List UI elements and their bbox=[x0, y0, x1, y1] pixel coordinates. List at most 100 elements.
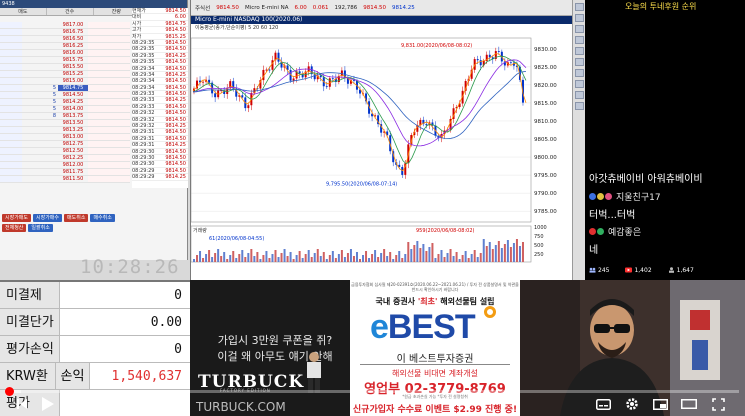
next-button[interactable] bbox=[62, 396, 78, 412]
toolbar-button[interactable] bbox=[575, 58, 584, 66]
toolbar-button[interactable] bbox=[575, 14, 584, 22]
ladder-bid-cell[interactable] bbox=[88, 148, 130, 154]
ladder-ask-cell[interactable] bbox=[0, 78, 22, 84]
ladder-bid-cell[interactable] bbox=[88, 106, 130, 112]
ladder-ask-cell[interactable] bbox=[0, 134, 22, 140]
ladder-row[interactable]: 9816.00 bbox=[0, 50, 130, 57]
order-button[interactable]: 일괄취소 bbox=[28, 224, 53, 232]
toolbar-button[interactable] bbox=[575, 47, 584, 55]
ladder-bid-cell[interactable] bbox=[88, 169, 130, 175]
ladder-row[interactable]: 5 9814.50 bbox=[0, 92, 130, 99]
ladder-bid-cell[interactable] bbox=[88, 162, 130, 168]
toolbar-button[interactable] bbox=[575, 25, 584, 33]
ladder-ask-cell[interactable] bbox=[0, 113, 22, 119]
ladder-bid-cell[interactable] bbox=[88, 85, 130, 91]
ladder-ask-cell[interactable] bbox=[0, 99, 22, 105]
ladder-bid-cell[interactable] bbox=[88, 141, 130, 147]
ladder-row[interactable]: 5 9814.75 bbox=[0, 85, 130, 92]
ladder-bid-cell[interactable] bbox=[88, 43, 130, 49]
seek-bar-handle[interactable] bbox=[4, 387, 14, 396]
ladder-bid-cell[interactable] bbox=[88, 99, 130, 105]
order-button[interactable]: 시장가매도 bbox=[2, 214, 32, 222]
ladder-row[interactable]: 9812.75 bbox=[0, 141, 130, 148]
ladder-row[interactable]: 9815.25 bbox=[0, 71, 130, 78]
ladder-bid-cell[interactable] bbox=[88, 127, 130, 133]
ladder-ask-cell[interactable] bbox=[0, 85, 22, 91]
ladder-ask-cell[interactable] bbox=[0, 106, 22, 112]
ladder-row[interactable]: 9813.50 bbox=[0, 120, 130, 127]
order-button[interactable]: 매수취소 bbox=[90, 214, 115, 222]
ladder-row[interactable]: 9815.75 bbox=[0, 57, 130, 64]
ladder-bid-cell[interactable] bbox=[88, 134, 130, 140]
ladder-bid-cell[interactable] bbox=[88, 64, 130, 70]
ladder-row[interactable]: 8 9813.75 bbox=[0, 113, 130, 120]
ladder-bid-cell[interactable] bbox=[88, 71, 130, 77]
ladder-ask-cell[interactable] bbox=[0, 57, 22, 63]
ladder-row[interactable]: 9816.25 bbox=[0, 43, 130, 50]
candlestick-chart[interactable]: 9830.00 9825.00 9820.00 9815.00 9810.00 9805.… bbox=[191, 32, 571, 264]
prev-button[interactable] bbox=[14, 396, 30, 412]
ladder-ask-cell[interactable] bbox=[0, 155, 22, 161]
ladder-ask-cell[interactable] bbox=[0, 50, 22, 56]
ladder-row[interactable]: 9816.50 bbox=[0, 36, 130, 43]
seek-bar[interactable] bbox=[4, 387, 739, 396]
order-button[interactable]: 전체청산 bbox=[2, 224, 27, 232]
theater-mode-button[interactable] bbox=[681, 396, 697, 412]
ladder-row[interactable]: 9811.75 bbox=[0, 169, 130, 176]
ladder-bid-cell[interactable] bbox=[88, 50, 130, 56]
ladder-ask-cell[interactable] bbox=[0, 176, 22, 182]
ladder-bid-cell[interactable] bbox=[88, 155, 130, 161]
toolbar-button[interactable] bbox=[575, 69, 584, 77]
ladder-ask-cell[interactable] bbox=[0, 92, 22, 98]
ladder-ask-cell[interactable] bbox=[0, 22, 22, 28]
ladder-ask-cell[interactable] bbox=[0, 169, 22, 175]
ladder-bid-cell[interactable] bbox=[88, 78, 130, 84]
ladder-row[interactable]: 9815.50 bbox=[0, 64, 130, 71]
ladder-bid-cell[interactable] bbox=[88, 29, 130, 35]
ladder-ask-cell[interactable] bbox=[0, 29, 22, 35]
chart-code[interactable]: 주식선 bbox=[195, 4, 210, 12]
ladder-bid-cell[interactable] bbox=[88, 176, 130, 182]
ladder-bid-cell[interactable] bbox=[88, 36, 130, 42]
subtitles-button[interactable] bbox=[595, 396, 611, 412]
order-button[interactable]: 매도취소 bbox=[64, 214, 89, 222]
toolbar-button[interactable] bbox=[575, 91, 584, 99]
toolbar-button[interactable] bbox=[575, 102, 584, 110]
ladder-row[interactable]: 9817.00 bbox=[0, 22, 130, 29]
ladder-bid-cell[interactable] bbox=[88, 113, 130, 119]
ladder-row[interactable]: 9811.50 bbox=[0, 176, 130, 183]
ladder-ask-cell[interactable] bbox=[0, 64, 22, 70]
ladder-ask-cell[interactable] bbox=[0, 71, 22, 77]
volume-button[interactable] bbox=[84, 396, 102, 412]
toolbar-button[interactable] bbox=[575, 3, 584, 11]
ladder-ask-cell[interactable] bbox=[0, 43, 22, 49]
ladder-row[interactable]: 9813.00 bbox=[0, 134, 130, 141]
ladder-ask-cell[interactable] bbox=[0, 120, 22, 126]
ladder-row[interactable]: 5 9814.25 bbox=[0, 99, 130, 106]
ladder-bid-cell[interactable] bbox=[88, 92, 130, 98]
price-ladder[interactable]: 9817.00 9816.75 9816.50 9816.25 9816.00 9815.… bbox=[0, 22, 130, 192]
ladder-ask-cell[interactable] bbox=[0, 141, 22, 147]
fullscreen-button[interactable] bbox=[710, 396, 726, 412]
ladder-ask-cell[interactable] bbox=[0, 148, 22, 154]
ladder-bid-cell[interactable] bbox=[88, 120, 130, 126]
ladder-row[interactable]: 9816.75 bbox=[0, 29, 130, 36]
ladder-row[interactable]: 9812.25 bbox=[0, 155, 130, 162]
toolbar-button[interactable] bbox=[575, 80, 584, 88]
chart-product[interactable]: Micro E-mini NA bbox=[245, 5, 289, 11]
ladder-ask-cell[interactable] bbox=[0, 36, 22, 42]
ladder-ask-cell[interactable] bbox=[0, 127, 22, 133]
ladder-row[interactable]: 9813.25 bbox=[0, 127, 130, 134]
toolbar-button[interactable] bbox=[575, 36, 584, 44]
miniplayer-button[interactable] bbox=[652, 396, 668, 412]
ladder-ask-cell[interactable] bbox=[0, 162, 22, 168]
order-button[interactable]: 시장가매수 bbox=[33, 214, 63, 222]
ladder-bid-cell[interactable] bbox=[88, 22, 130, 28]
ladder-row[interactable]: 5 9814.00 bbox=[0, 106, 130, 113]
settings-button[interactable] bbox=[624, 396, 640, 412]
ladder-bid-cell[interactable] bbox=[88, 57, 130, 63]
ladder-row[interactable]: 9812.00 bbox=[0, 162, 130, 169]
ladder-row[interactable]: 9812.50 bbox=[0, 148, 130, 155]
play-button[interactable] bbox=[38, 396, 56, 412]
ladder-row[interactable]: 9815.00 bbox=[0, 78, 130, 85]
